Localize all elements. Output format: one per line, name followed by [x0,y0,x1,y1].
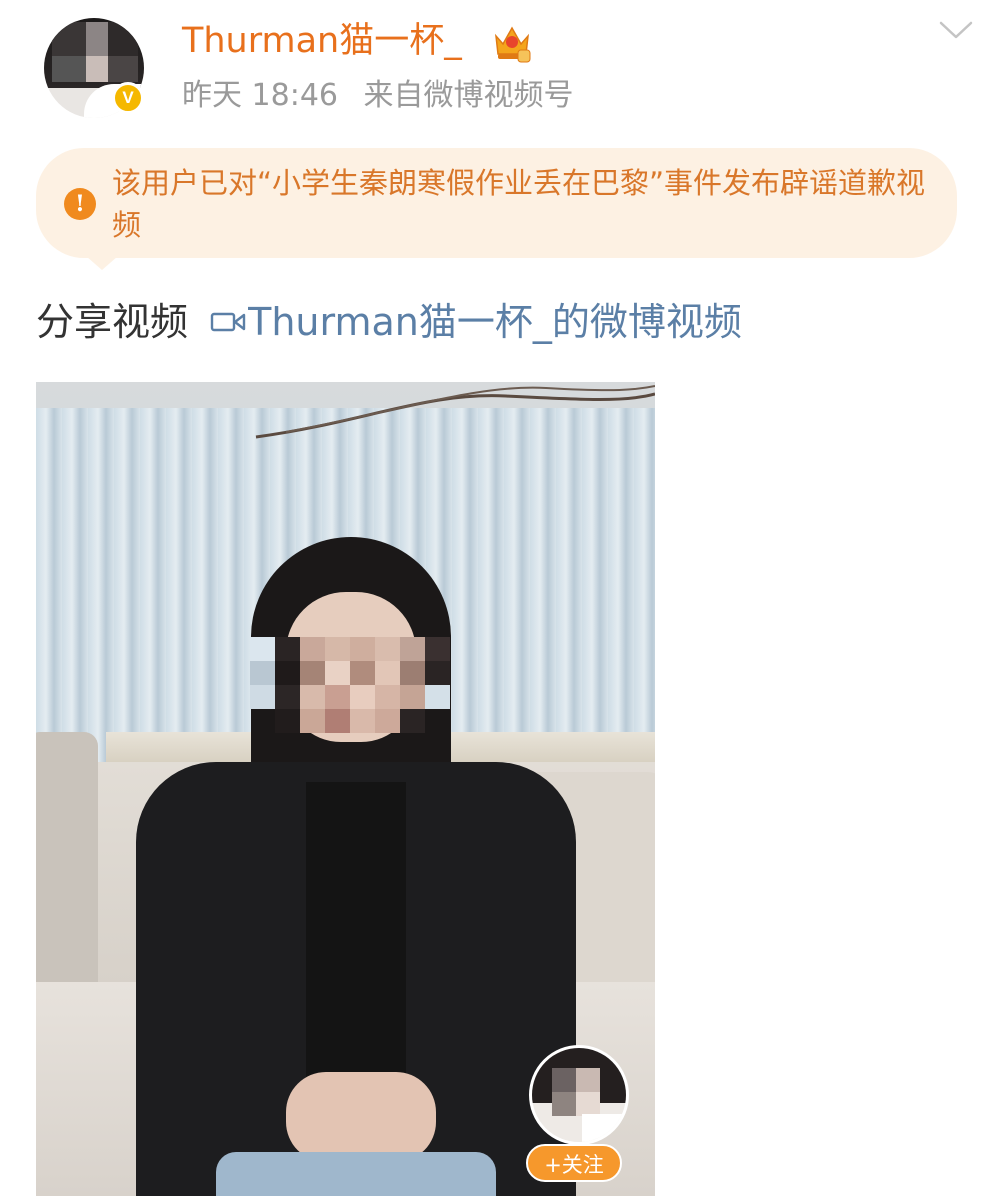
notice-text: 该用户已对“小学生秦朗寒假作业丢在巴黎”事件发布辟谣道歉视频 [112,166,926,242]
share-line: 分享视频 Thurman猫一杯_的微博视频 [36,296,742,348]
chevron-down-icon[interactable] [938,18,974,42]
face-mosaic [250,637,450,733]
video-player[interactable]: +关注 [36,382,655,1196]
post-time: 昨天 18:46 [182,78,338,113]
video-author-avatar[interactable] [529,1045,629,1145]
share-link[interactable]: Thurman猫一杯_的微博视频 [248,300,742,344]
verified-icon: V [112,82,144,114]
author-name[interactable]: Thurman猫一杯_ [182,18,462,64]
notice-tail [86,256,118,270]
lamp-decoration [255,385,655,439]
author-avatar[interactable]: V [44,18,144,118]
video-camera-icon [210,312,246,331]
post-source[interactable]: 来自微博视频号 [364,78,574,113]
info-icon: ! [64,188,96,220]
share-prefix: 分享视频 [36,300,189,344]
crown-icon[interactable] [490,20,534,64]
follow-button[interactable]: +关注 [526,1144,622,1182]
post-meta: 昨天 18:46 来自微博视频号 [182,75,574,117]
